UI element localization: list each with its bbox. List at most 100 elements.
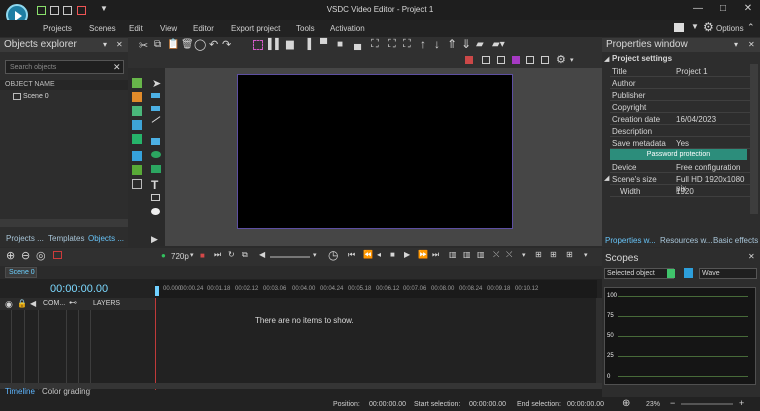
property-title-row[interactable]: Title Project 1 — [610, 65, 750, 77]
audio-icon[interactable]: ◀ — [30, 299, 36, 308]
close-icon[interactable]: ✕ — [737, 3, 759, 17]
fit-icon[interactable]: ⛶ — [371, 38, 379, 51]
more-tools-icon[interactable]: ▶ — [151, 234, 158, 245]
menu-edit[interactable]: Edit — [129, 24, 143, 33]
zoom-dropdown-icon[interactable]: ▾ — [584, 251, 588, 259]
rectangle-tool-icon[interactable] — [151, 93, 160, 98]
property-device-row[interactable]: Device Free configuration — [610, 161, 750, 173]
preview-settings-icon[interactable]: ⚙ — [556, 53, 566, 66]
remove-icon[interactable]: ⊖ — [21, 249, 30, 262]
tab-properties-window[interactable]: Properties w... — [605, 236, 656, 245]
tab-resources-window[interactable]: Resources w... — [660, 236, 712, 245]
align-center-icon[interactable]: ▆ — [286, 39, 294, 50]
pin-icon[interactable]: ▾ — [103, 40, 107, 49]
zoom-status-icon[interactable]: ⊕ — [622, 398, 630, 409]
loop-icon[interactable]: ↻ — [228, 250, 235, 259]
property-width-row[interactable]: Width 1920 — [610, 185, 750, 197]
pointer-icon[interactable]: ➤ — [152, 77, 161, 90]
property-copyright-row[interactable]: Copyright — [610, 101, 750, 113]
send-back-icon[interactable]: ⇓ — [461, 37, 471, 51]
subtitle-tool-icon[interactable] — [151, 194, 160, 201]
add-icon[interactable]: ⊕ — [6, 249, 15, 262]
maximize-icon[interactable]: □ — [712, 3, 734, 17]
playhead-icon[interactable] — [155, 286, 159, 296]
curve-tool-icon[interactable] — [132, 165, 142, 175]
stretch-icon[interactable]: ⛶ — [388, 38, 396, 51]
options-button[interactable]: Options — [716, 24, 744, 33]
property-publisher-row[interactable]: Publisher — [610, 89, 750, 101]
circle-icon[interactable]: ◯ — [194, 38, 206, 51]
property-value[interactable]: Project 1 — [676, 67, 708, 76]
quality-icon[interactable]: ● — [161, 251, 166, 260]
property-value[interactable]: 16/04/2023 — [676, 115, 716, 124]
section-collapse-icon[interactable]: ◢ — [604, 55, 609, 63]
zoom-minus-icon[interactable]: − — [670, 398, 675, 408]
cut-icon[interactable]: ✂ — [139, 39, 148, 52]
media-tool-icon[interactable] — [132, 120, 142, 130]
tab-templates[interactable]: Templates — [48, 234, 84, 243]
undo-icon[interactable]: ↶ — [209, 38, 218, 51]
panel-close-icon[interactable]: ✕ — [116, 40, 123, 49]
volume-dropdown-icon[interactable]: ▾ — [313, 251, 317, 259]
select-all-icon[interactable] — [253, 40, 263, 50]
stop-icon[interactable]: ■ — [390, 250, 395, 259]
fast-forward-icon[interactable]: ⏩ — [418, 250, 428, 259]
scopes-close-icon[interactable]: ✕ — [748, 252, 755, 261]
play-icon[interactable]: ▶ — [404, 250, 410, 259]
paste-icon[interactable]: 📋 — [167, 39, 179, 50]
scene-0-item[interactable]: Scene 0 — [23, 93, 49, 100]
clock-icon[interactable]: ◷ — [328, 248, 338, 262]
options-dropdown-icon[interactable]: ⌃ — [747, 22, 755, 33]
horizontal-scrollbar[interactable] — [0, 219, 128, 227]
scene-tab[interactable]: Scene 0 — [5, 267, 37, 278]
align-right-icon[interactable]: ▐ — [304, 39, 311, 50]
lock-icon[interactable]: 🔒 — [17, 299, 27, 308]
delete-icon[interactable]: 🗑 — [181, 39, 194, 50]
tab-basic-effects[interactable]: Basic effects — [713, 236, 758, 245]
align-top-icon[interactable]: ▀ — [320, 39, 327, 50]
search-clear-icon[interactable]: ✕ — [113, 62, 121, 73]
tab-timeline[interactable]: Timeline — [5, 387, 35, 396]
go-end-icon[interactable]: ⏭ — [432, 250, 439, 260]
property-value[interactable]: 1920 — [676, 187, 694, 196]
property-value[interactable]: Yes — [676, 139, 689, 148]
record-timeline-icon[interactable] — [53, 251, 62, 259]
zoom-slider[interactable] — [681, 403, 733, 405]
menu-projects[interactable]: Projects — [43, 24, 72, 33]
marker-icon[interactable]: ▥ — [449, 250, 457, 259]
snap-icon[interactable] — [526, 56, 534, 64]
speech-bubble-icon[interactable] — [151, 208, 160, 215]
password-protection-button[interactable]: Password protection — [610, 149, 747, 160]
menu-activation[interactable]: Activation — [330, 24, 365, 33]
rounded-rectangle-tool-icon[interactable] — [151, 106, 160, 111]
ungroup-icon[interactable]: ▰▾ — [492, 39, 505, 50]
redo-icon[interactable]: ↷ — [222, 38, 231, 51]
properties-close-icon[interactable]: ✕ — [748, 40, 755, 49]
menu-scenes[interactable]: Scenes — [89, 24, 116, 33]
layout-dropdown-icon[interactable]: ▼ — [691, 22, 699, 31]
scope-color-icon[interactable] — [667, 269, 675, 278]
timeline-horizontal-scrollbar[interactable] — [0, 383, 602, 389]
video-tool-icon[interactable] — [132, 134, 142, 144]
property-scene-size-row[interactable]: Scene's size Full HD 1920x1080 pix — [610, 173, 750, 193]
resolution-select[interactable]: 720p — [171, 252, 189, 261]
zoom-plus-icon[interactable]: + — [739, 398, 744, 408]
search-input[interactable]: Search objects ✕ — [5, 60, 124, 74]
animation-tool-icon[interactable] — [132, 92, 142, 102]
zoom-in-icon[interactable]: ⊞ — [535, 250, 542, 259]
menu-editor[interactable]: Editor — [193, 24, 214, 33]
layout-icon[interactable] — [674, 23, 684, 32]
polygon-tool-icon[interactable] — [151, 165, 161, 173]
color-magenta-icon[interactable] — [512, 56, 520, 64]
layers-icon[interactable]: ◎ — [36, 249, 46, 262]
shape-tool-icon[interactable] — [151, 138, 160, 145]
scene-size-collapse-icon[interactable]: ◢ — [604, 174, 609, 182]
scope-type-select[interactable]: Wave — [699, 268, 757, 279]
zoom-out-icon[interactable]: ⊞ — [550, 250, 557, 259]
record-icon-red[interactable]: ■ — [200, 251, 205, 260]
grid-icon[interactable] — [482, 56, 490, 64]
property-author-row[interactable]: Author — [610, 77, 750, 89]
guides-icon[interactable] — [497, 56, 505, 64]
gear-icon[interactable]: ⚙ — [703, 20, 714, 34]
send-backward-icon[interactable]: ↓ — [434, 37, 440, 51]
